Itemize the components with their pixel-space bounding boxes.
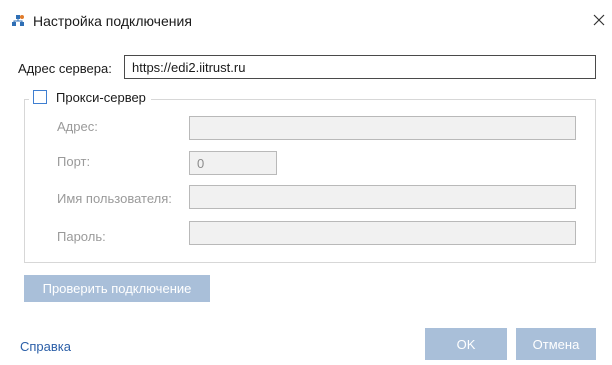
proxy-checkbox[interactable] xyxy=(33,90,47,104)
help-link[interactable]: Справка xyxy=(20,339,71,354)
proxy-checkbox-label: Прокси-сервер xyxy=(56,89,146,105)
network-settings-icon xyxy=(12,15,24,26)
proxy-username-label: Имя пользователя: xyxy=(57,191,172,206)
proxy-port-input[interactable] xyxy=(189,151,277,175)
connection-settings-dialog: Настройка подключения Адрес сервера: Про… xyxy=(0,0,612,365)
proxy-password-label: Пароль: xyxy=(57,229,106,244)
proxy-port-label: Порт: xyxy=(57,154,91,169)
server-address-input[interactable] xyxy=(124,55,596,79)
proxy-checkbox-row[interactable]: Прокси-сервер xyxy=(29,87,151,107)
proxy-address-label: Адрес: xyxy=(57,119,98,134)
proxy-password-input[interactable] xyxy=(189,221,576,245)
ok-button[interactable]: OK xyxy=(425,328,507,360)
cancel-button[interactable]: Отмена xyxy=(516,328,596,360)
proxy-address-input[interactable] xyxy=(189,116,576,140)
window-title: Настройка подключения xyxy=(33,13,192,29)
server-address-label: Адрес сервера: xyxy=(18,61,112,76)
proxy-username-input[interactable] xyxy=(189,185,576,209)
check-connection-button[interactable]: Проверить подключение xyxy=(24,275,210,302)
title-bar: Настройка подключения xyxy=(0,0,612,40)
close-icon[interactable] xyxy=(590,11,608,29)
